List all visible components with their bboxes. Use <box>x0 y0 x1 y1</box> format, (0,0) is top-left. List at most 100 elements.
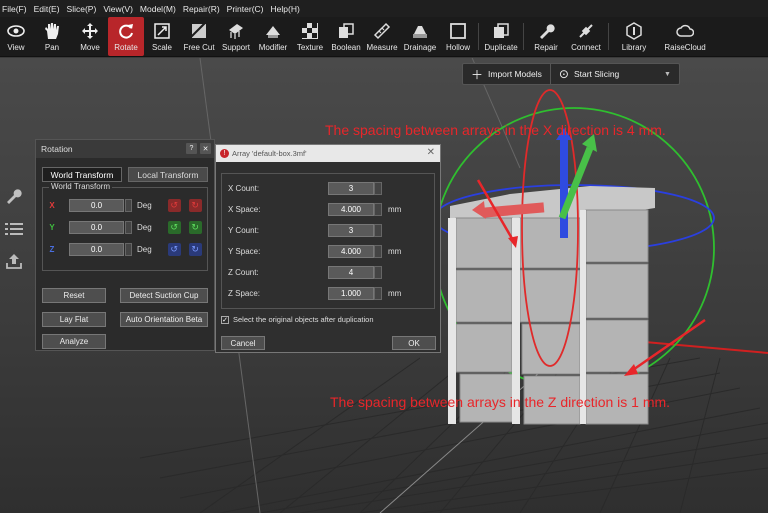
x-spin-buttons[interactable] <box>125 198 132 212</box>
boolean-icon <box>337 22 355 40</box>
connect-icon <box>577 22 595 40</box>
annotation-x-spacing: The spacing between arrays in the X dire… <box>325 122 666 138</box>
tool-repair[interactable]: Repair <box>526 17 566 56</box>
field-label: Z Count: <box>228 267 259 277</box>
list-icon[interactable] <box>3 218 25 240</box>
menu-edit[interactable]: Edit(E) <box>34 4 60 14</box>
hollow-icon <box>449 22 467 40</box>
drainage-icon <box>411 22 429 40</box>
plus-icon: ＋ <box>471 67 484 82</box>
tool-connect[interactable]: Connect <box>566 17 606 56</box>
tool-move[interactable]: Move <box>72 17 108 56</box>
y-rotation-input[interactable]: 0.0 <box>69 220 124 234</box>
tool-duplicate[interactable]: Duplicate <box>481 17 521 56</box>
y-count-input[interactable]: 3 <box>328 223 374 237</box>
tool-label: Boolean <box>331 43 361 52</box>
tool-rotate[interactable]: Rotate <box>108 17 144 56</box>
z-count-input[interactable]: 4 <box>328 265 374 279</box>
x-rotation-input[interactable]: 0.0 <box>69 198 124 212</box>
tool-support[interactable]: Support <box>218 17 254 56</box>
main-toolbar: View Pan Move Rotate Scale Free Cut Supp… <box>0 17 768 57</box>
toolbar-separator <box>608 23 609 50</box>
spin-buttons[interactable] <box>374 202 382 216</box>
rotate-cw-icon[interactable]: ↻ <box>188 198 202 212</box>
error-icon: ! <box>220 149 229 158</box>
spin-buttons[interactable] <box>374 286 382 300</box>
tool-label: Texture <box>296 43 324 52</box>
menu-model[interactable]: Model(M) <box>140 4 176 14</box>
y-spin-buttons[interactable] <box>125 220 132 234</box>
export-icon[interactable] <box>3 250 25 272</box>
rotate-cw-icon[interactable]: ↻ <box>188 242 202 256</box>
tool-view[interactable]: View <box>0 17 32 56</box>
auto-orientation-button[interactable]: Auto Orientation Beta <box>120 312 208 327</box>
spin-buttons[interactable] <box>374 181 382 195</box>
z-space-row: Z Space: 1.000 mm <box>222 286 436 300</box>
checkbox[interactable]: ✓ <box>221 315 229 324</box>
spin-buttons[interactable] <box>374 223 382 237</box>
tool-label: Rotate <box>114 43 138 52</box>
select-original-checkbox-row[interactable]: ✓ Select the original objects after dupl… <box>221 315 374 324</box>
x-space-input[interactable]: 4.000 <box>328 202 374 216</box>
x-count-row: X Count: 3 <box>222 181 436 195</box>
rotate-ccw-icon[interactable]: ↺ <box>167 242 181 256</box>
z-spin-buttons[interactable] <box>125 242 132 256</box>
tool-hollow[interactable]: Hollow <box>440 17 476 56</box>
tool-modifier[interactable]: Modifier <box>254 17 292 56</box>
rotate-ccw-icon[interactable]: ↺ <box>167 198 181 212</box>
menu-printer[interactable]: Printer(C) <box>227 4 264 14</box>
tool-label: Modifier <box>258 43 288 52</box>
unit-label: mm <box>388 204 402 214</box>
rotate-cw-icon[interactable]: ↻ <box>188 220 202 234</box>
tool-library[interactable]: Library <box>611 17 657 56</box>
reset-button[interactable]: Reset <box>42 288 106 303</box>
panel-title: Rotation <box>41 144 73 154</box>
tool-free-cut[interactable]: Free Cut <box>180 17 218 56</box>
menu-slice[interactable]: Slice(P) <box>67 4 97 14</box>
tool-label: Repair <box>534 43 558 52</box>
tool-boolean[interactable]: Boolean <box>328 17 364 56</box>
cut-icon <box>190 22 208 40</box>
chevron-down-icon[interactable]: ▼ <box>664 71 671 78</box>
tool-label: Drainage <box>403 43 437 52</box>
array-dialog: ! Array 'default-box.3mf' ✕ X Count: 3 X… <box>215 144 441 353</box>
tool-pan[interactable]: Pan <box>32 17 72 56</box>
start-slicing-button[interactable]: ⊙ Start Slicing ▼ <box>551 64 679 84</box>
x-count-input[interactable]: 3 <box>328 181 374 195</box>
menu-repair[interactable]: Repair(R) <box>183 4 220 14</box>
cloud-icon <box>676 22 694 40</box>
tab-world-transform[interactable]: World Transform <box>42 167 122 182</box>
spin-buttons[interactable] <box>374 265 382 279</box>
close-icon[interactable]: ✕ <box>200 143 211 154</box>
toolbar-separator <box>478 23 479 50</box>
tool-label: Support <box>221 43 251 52</box>
lay-flat-button[interactable]: Lay Flat <box>42 312 106 327</box>
rotate-ccw-icon[interactable]: ↺ <box>167 220 181 234</box>
z-rotation-input[interactable]: 0.0 <box>69 242 124 256</box>
tool-scale[interactable]: Scale <box>144 17 180 56</box>
tool-measure[interactable]: Measure <box>364 17 400 56</box>
wrench-icon[interactable] <box>3 184 25 206</box>
y-space-input[interactable]: 4.000 <box>328 244 374 258</box>
tool-raisecloud[interactable]: RaiseCloud <box>657 17 713 56</box>
import-models-button[interactable]: ＋ Import Models <box>463 64 551 84</box>
menu-file[interactable]: File(F) <box>2 4 27 14</box>
menu-view[interactable]: View(V) <box>103 4 133 14</box>
detect-suction-cup-button[interactable]: Detect Suction Cup <box>120 288 208 303</box>
tab-local-transform[interactable]: Local Transform <box>128 167 208 182</box>
ok-button[interactable]: OK <box>392 336 436 350</box>
z-space-input[interactable]: 1.000 <box>328 286 374 300</box>
dialog-title: Array 'default-box.3mf' <box>232 149 307 158</box>
close-icon[interactable]: ✕ <box>427 147 435 158</box>
tool-texture[interactable]: Texture <box>292 17 328 56</box>
menu-help[interactable]: Help(H) <box>271 4 300 14</box>
cancel-button[interactable]: Cancel <box>221 336 265 350</box>
tool-label: Pan <box>44 43 60 52</box>
tool-drainage[interactable]: Drainage <box>400 17 440 56</box>
y-space-row: Y Space: 4.000 mm <box>222 244 436 258</box>
analyze-button[interactable]: Analyze <box>42 334 106 349</box>
move-icon <box>81 22 99 40</box>
ruler-icon <box>373 22 391 40</box>
spin-buttons[interactable] <box>374 244 382 258</box>
help-button[interactable]: ? <box>186 143 197 154</box>
